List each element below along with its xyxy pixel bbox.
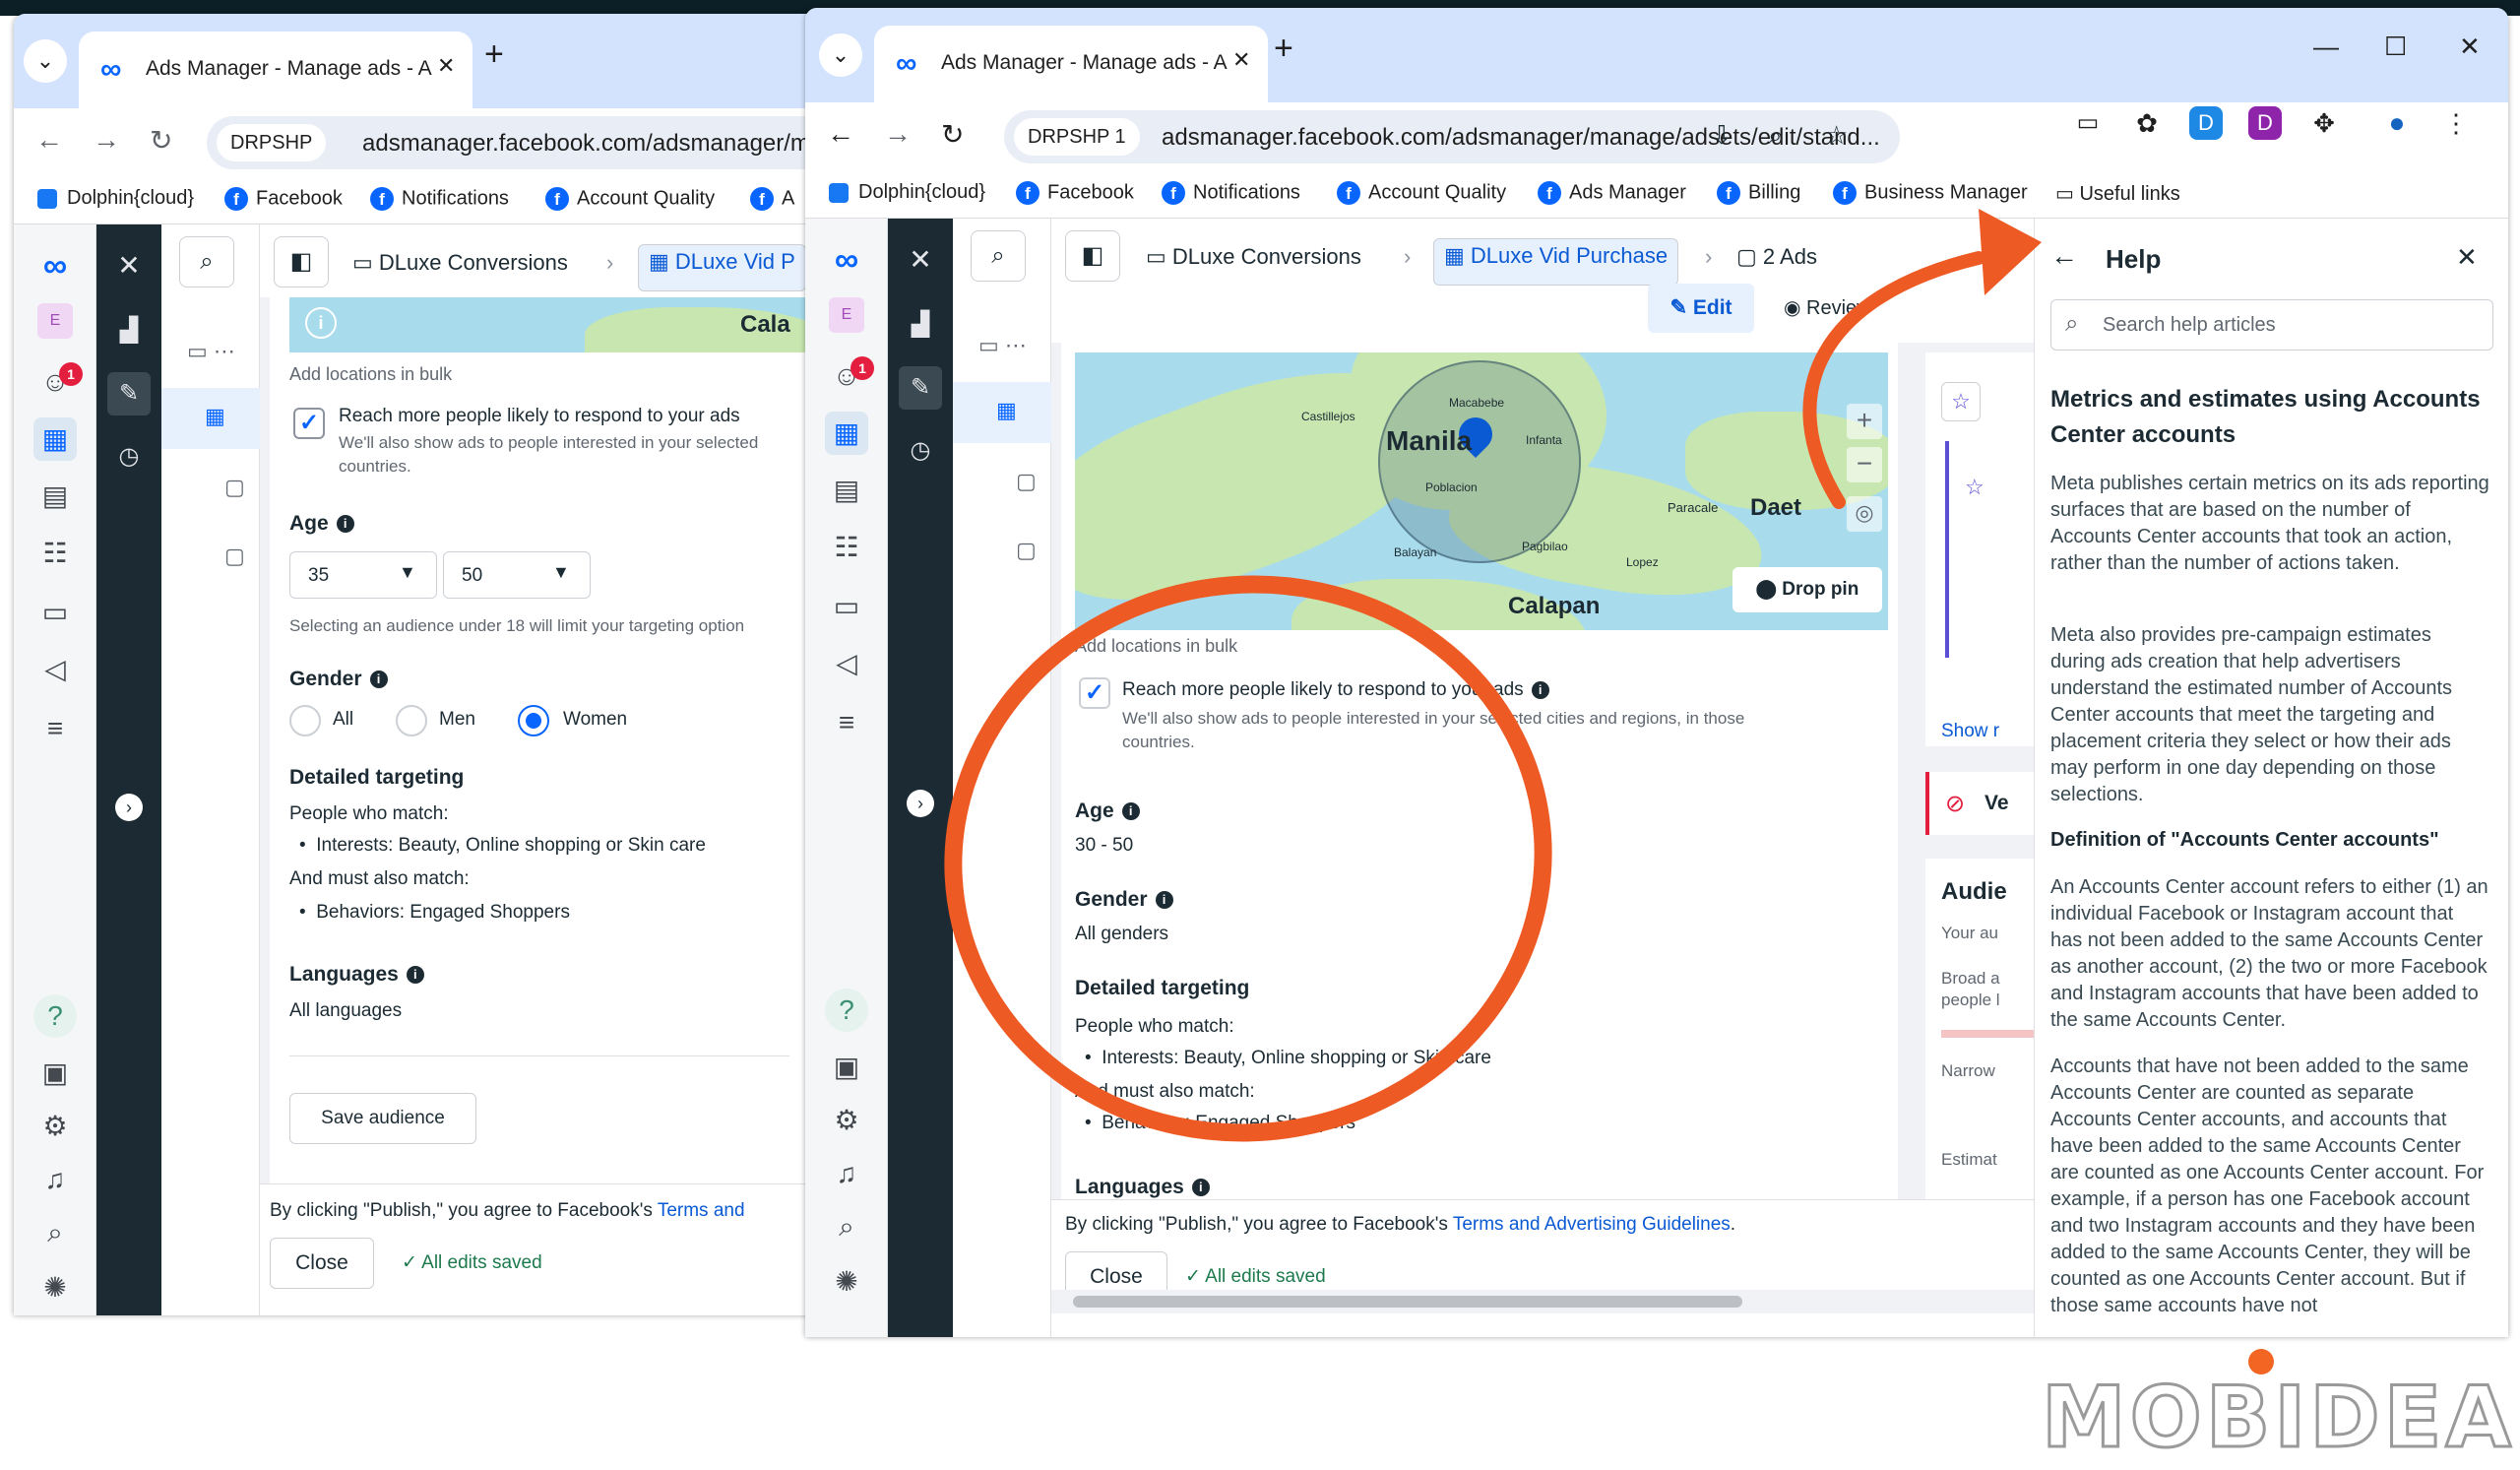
mobidea-logo: MOBIDEA xyxy=(2041,1368,2515,1469)
arrow-head xyxy=(1979,209,2042,295)
annotation-arrow xyxy=(1802,251,1985,509)
highlight-circle xyxy=(944,575,1552,1142)
annotation-overlay xyxy=(944,209,2042,1142)
